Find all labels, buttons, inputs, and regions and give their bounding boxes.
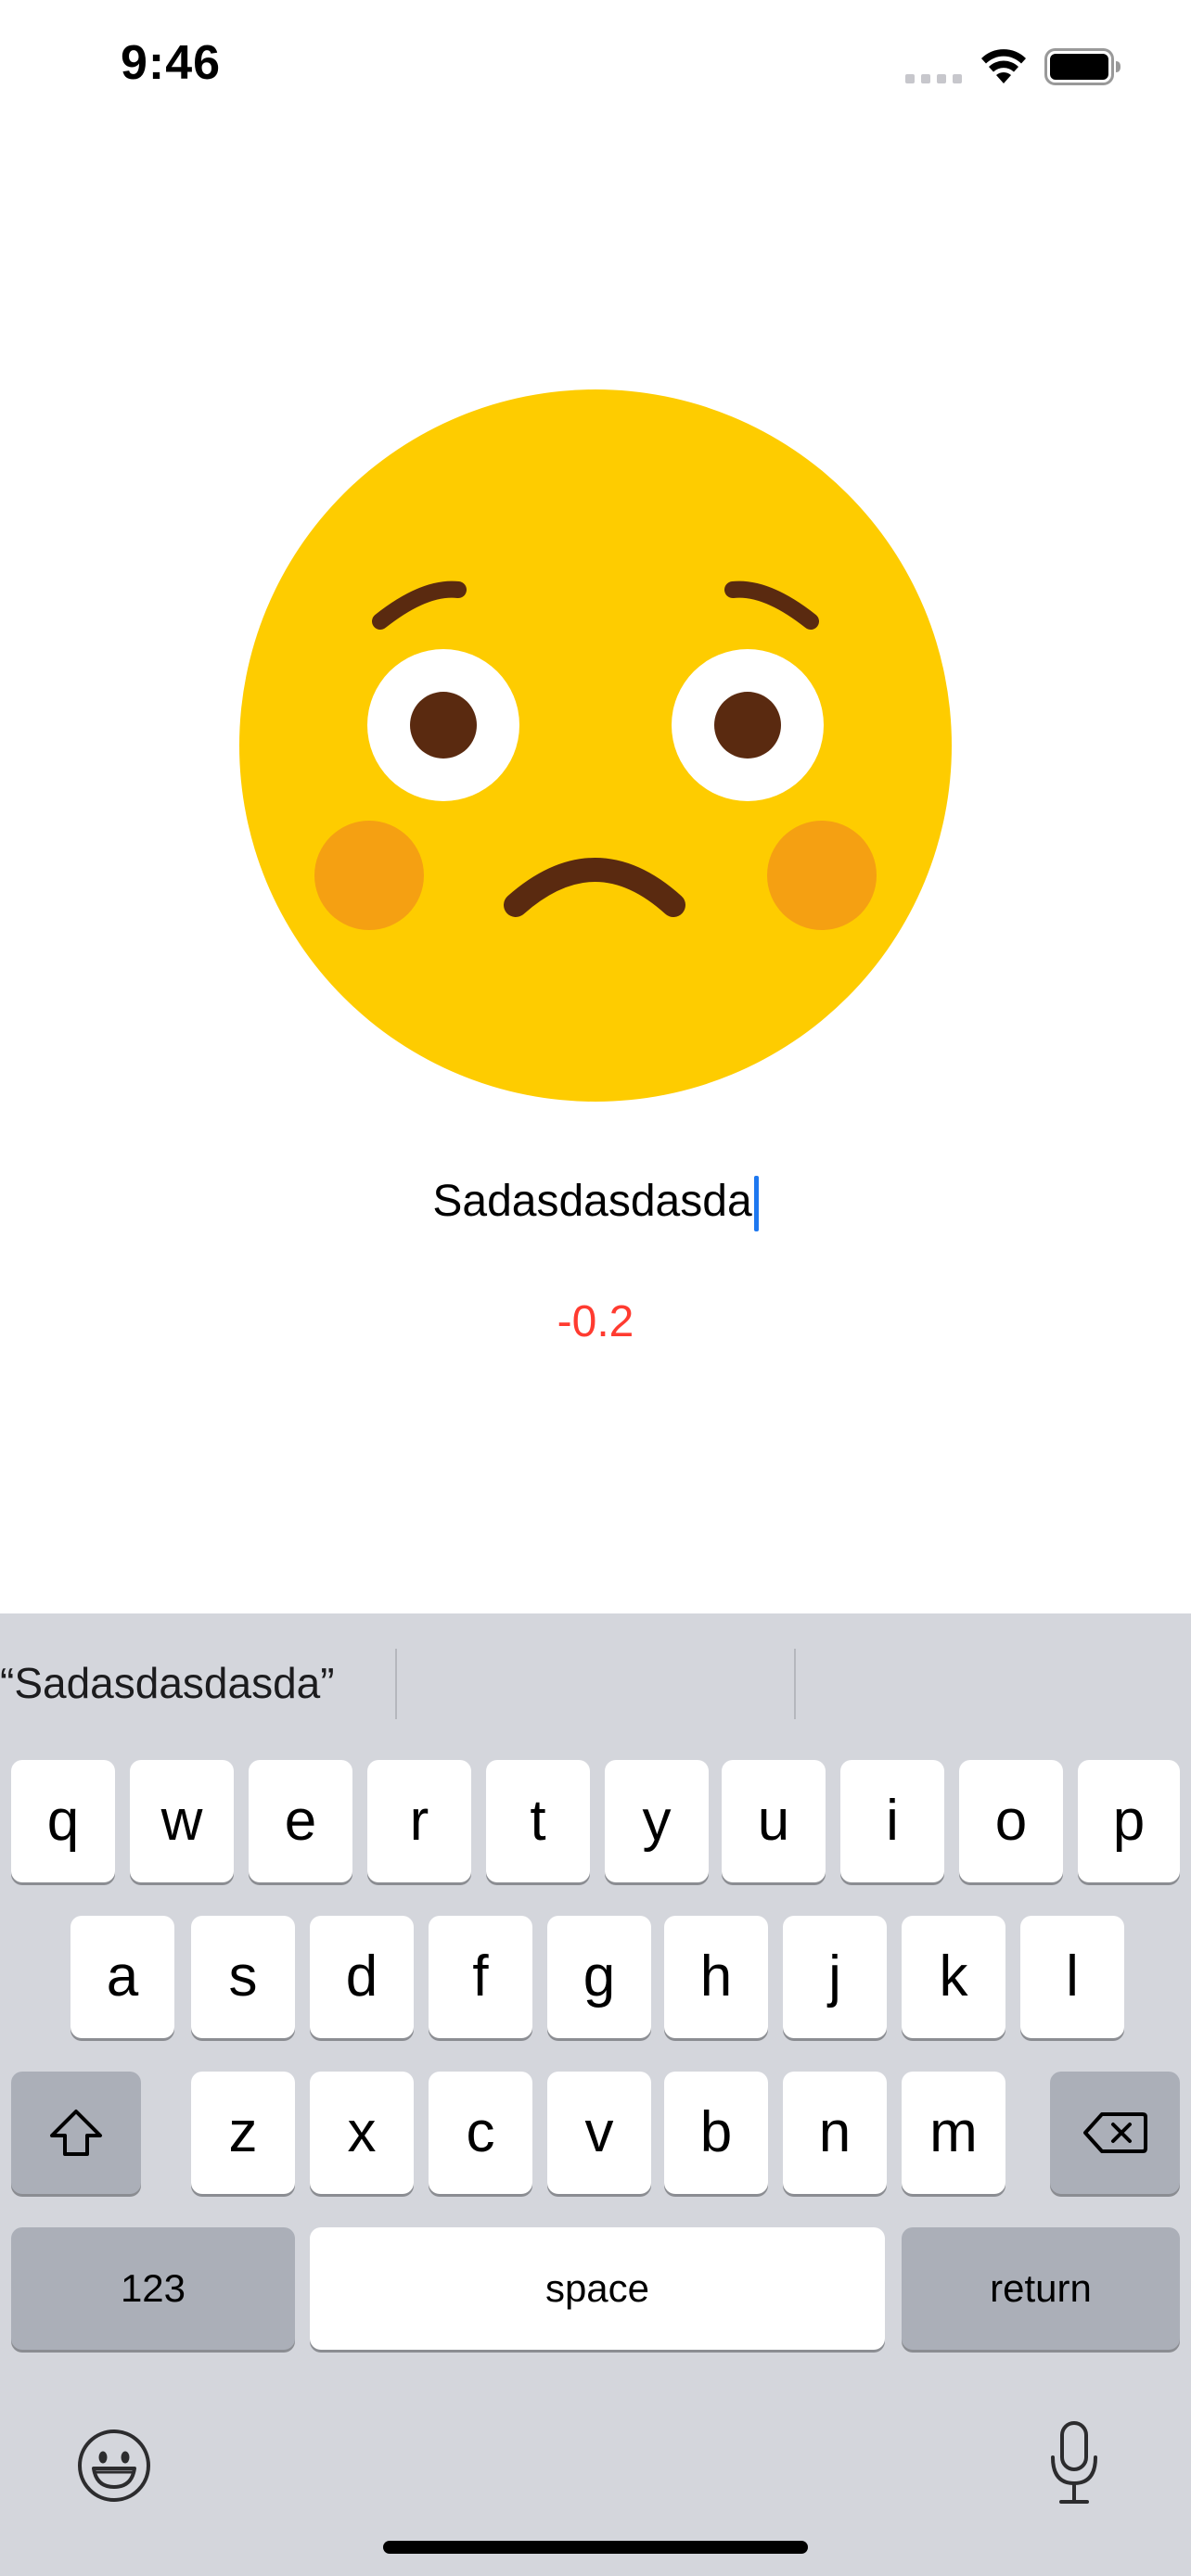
key-r[interactable]: r	[367, 1760, 471, 1882]
key-z[interactable]: z	[191, 2072, 295, 2194]
key-q[interactable]: q	[11, 1760, 115, 1882]
suggestion-1[interactable]: “Sadasdasdasda”	[0, 1658, 335, 1708]
key-u[interactable]: u	[722, 1760, 826, 1882]
status-time: 9:46	[121, 36, 222, 90]
suggestion-bar: “Sadasdasdasda”	[0, 1613, 1191, 1753]
shift-key[interactable]	[11, 2072, 141, 2194]
suggestion-divider	[794, 1649, 796, 1719]
keyboard: “Sadasdasdasda” q w e r t y u i o p a s …	[0, 1613, 1191, 2576]
cellular-signal-icon	[905, 74, 962, 83]
key-a[interactable]: a	[70, 1916, 174, 2038]
key-o[interactable]: o	[959, 1760, 1063, 1882]
key-j[interactable]: j	[783, 1916, 887, 2038]
delete-key[interactable]	[1050, 2072, 1180, 2194]
key-i[interactable]: i	[840, 1760, 944, 1882]
battery-icon	[1044, 48, 1121, 85]
worried-face-icon	[239, 389, 952, 1102]
delete-icon	[1083, 2112, 1147, 2153]
key-f[interactable]: f	[429, 1916, 532, 2038]
emoji-keyboard-icon[interactable]	[76, 2428, 152, 2504]
app-screen: 9:46 Sadasdasdasda -0.2 “Sadasdasdasda” …	[0, 0, 1191, 2576]
key-w[interactable]: w	[130, 1760, 234, 1882]
wifi-icon	[981, 49, 1026, 83]
suggestion-divider	[395, 1649, 397, 1719]
key-v[interactable]: v	[547, 2072, 651, 2194]
shift-icon	[50, 2110, 102, 2156]
key-b[interactable]: b	[664, 2072, 768, 2194]
key-s[interactable]: s	[191, 1916, 295, 2038]
microphone-icon[interactable]	[1048, 2420, 1100, 2506]
key-m[interactable]: m	[902, 2072, 1005, 2194]
key-g[interactable]: g	[547, 1916, 651, 2038]
return-key[interactable]: return	[902, 2227, 1180, 2350]
space-key[interactable]: space	[310, 2227, 885, 2350]
key-x[interactable]: x	[310, 2072, 414, 2194]
sentiment-score: -0.2	[557, 1297, 634, 1346]
key-c[interactable]: c	[429, 2072, 532, 2194]
status-bar: 9:46	[0, 0, 1191, 139]
numbers-key[interactable]: 123	[11, 2227, 295, 2350]
key-e[interactable]: e	[249, 1760, 352, 1882]
key-n[interactable]: n	[783, 2072, 887, 2194]
key-d[interactable]: d	[310, 1916, 414, 2038]
key-p[interactable]: p	[1078, 1760, 1180, 1882]
text-input-value: Sadasdasdasda	[432, 1177, 752, 1226]
key-y[interactable]: y	[605, 1760, 709, 1882]
home-indicator[interactable]	[383, 2541, 808, 2554]
key-l[interactable]: l	[1020, 1916, 1124, 2038]
text-input[interactable]: Sadasdasdasda	[0, 1163, 1191, 1241]
key-k[interactable]: k	[902, 1916, 1005, 2038]
text-caret	[753, 1176, 759, 1232]
key-t[interactable]: t	[486, 1760, 590, 1882]
key-h[interactable]: h	[664, 1916, 768, 2038]
